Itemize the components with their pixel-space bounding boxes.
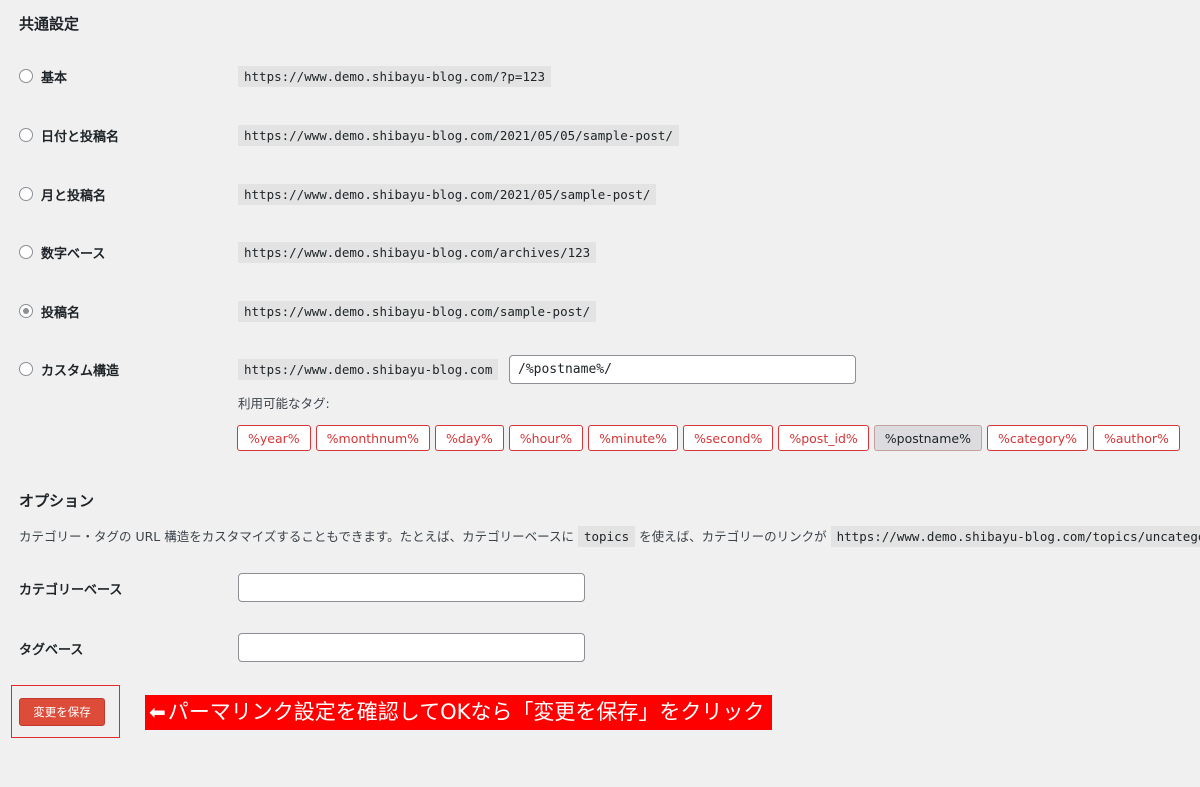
option-row-custom[interactable]: カスタム構造: [19, 356, 119, 382]
radio-numeric[interactable]: [19, 245, 33, 259]
left-arrow-icon: ⬅: [149, 700, 166, 724]
desc-code-url: https://www.demo.shibayu-blog.com/topics…: [830, 526, 1200, 547]
tag-button-year[interactable]: %year%: [237, 425, 311, 451]
tag-button-monthnum[interactable]: %monthnum%: [315, 425, 431, 451]
option-label: 日付と投稿名: [41, 129, 120, 145]
tag-button-second[interactable]: %second%: [683, 425, 774, 451]
annotation-text: パーマリンク設定を確認してOKなら「変更を保存」をクリック: [167, 700, 765, 724]
url-example: https://www.demo.shibayu-blog.com/2021/0…: [238, 184, 657, 205]
url-base: https://www.demo.shibayu-blog.com: [238, 359, 499, 380]
option-label: 月と投稿名: [41, 188, 107, 204]
category-base-input[interactable]: [238, 573, 585, 602]
custom-structure-input[interactable]: /%postname%/: [509, 355, 856, 384]
tag-button-day[interactable]: %day%: [435, 425, 504, 451]
tag-base-label: タグベース: [19, 643, 84, 658]
tag-button-category[interactable]: %category%: [986, 425, 1088, 451]
radio-basic[interactable]: [19, 69, 33, 83]
annotation-banner: ⬅ パーマリンク設定を確認してOKなら「変更を保存」をクリック: [145, 695, 773, 730]
desc-text: カテゴリー・タグの URL 構造をカスタマイズすることもできます。たとえば、カテ…: [19, 529, 574, 544]
tag-button-minute[interactable]: %minute%: [588, 425, 678, 451]
tag-base-input[interactable]: [238, 633, 585, 662]
option-label: 基本: [41, 70, 68, 86]
section-title-optional: オプション: [19, 492, 95, 510]
radio-postname[interactable]: [19, 304, 33, 318]
option-label: カスタム構造: [41, 363, 120, 379]
desc-text: を使えば、カテゴリーのリンクが: [639, 529, 827, 544]
save-button[interactable]: 変更を保存: [19, 698, 105, 726]
radio-date[interactable]: [19, 128, 33, 142]
url-example: https://www.demo.shibayu-blog.com/sample…: [238, 301, 597, 322]
radio-custom[interactable]: [19, 362, 33, 376]
url-example: https://www.demo.shibayu-blog.com/archiv…: [238, 242, 597, 263]
tag-button-author[interactable]: %author%: [1092, 425, 1180, 451]
option-label: 数字ベース: [41, 246, 106, 262]
option-row-numeric[interactable]: 数字ベース: [19, 239, 105, 265]
url-example: https://www.demo.shibayu-blog.com/2021/0…: [238, 125, 679, 146]
radio-month[interactable]: [19, 187, 33, 201]
option-row-postname[interactable]: 投稿名: [19, 298, 80, 324]
tag-buttons: %year% %monthnum% %day% %hour% %minute% …: [237, 425, 1180, 451]
tag-button-hour[interactable]: %hour%: [508, 425, 584, 451]
tag-button-post-id[interactable]: %post_id%: [778, 425, 869, 451]
url-example: https://www.demo.shibayu-blog.com/?p=123: [238, 66, 552, 87]
option-row-date[interactable]: 日付と投稿名: [19, 122, 119, 148]
category-base-label: カテゴリーベース: [19, 583, 123, 598]
option-row-basic[interactable]: 基本: [19, 63, 67, 89]
option-label: 投稿名: [41, 305, 81, 321]
desc-code-topics: topics: [577, 526, 636, 547]
available-tags-label: 利用可能なタグ:: [238, 396, 330, 411]
tag-button-postname[interactable]: %postname%: [873, 425, 982, 451]
optional-description: カテゴリー・タグの URL 構造をカスタマイズすることもできます。たとえば、カテ…: [19, 526, 1200, 547]
section-title-common: 共通設定: [19, 15, 80, 33]
option-row-month[interactable]: 月と投稿名: [19, 181, 106, 207]
